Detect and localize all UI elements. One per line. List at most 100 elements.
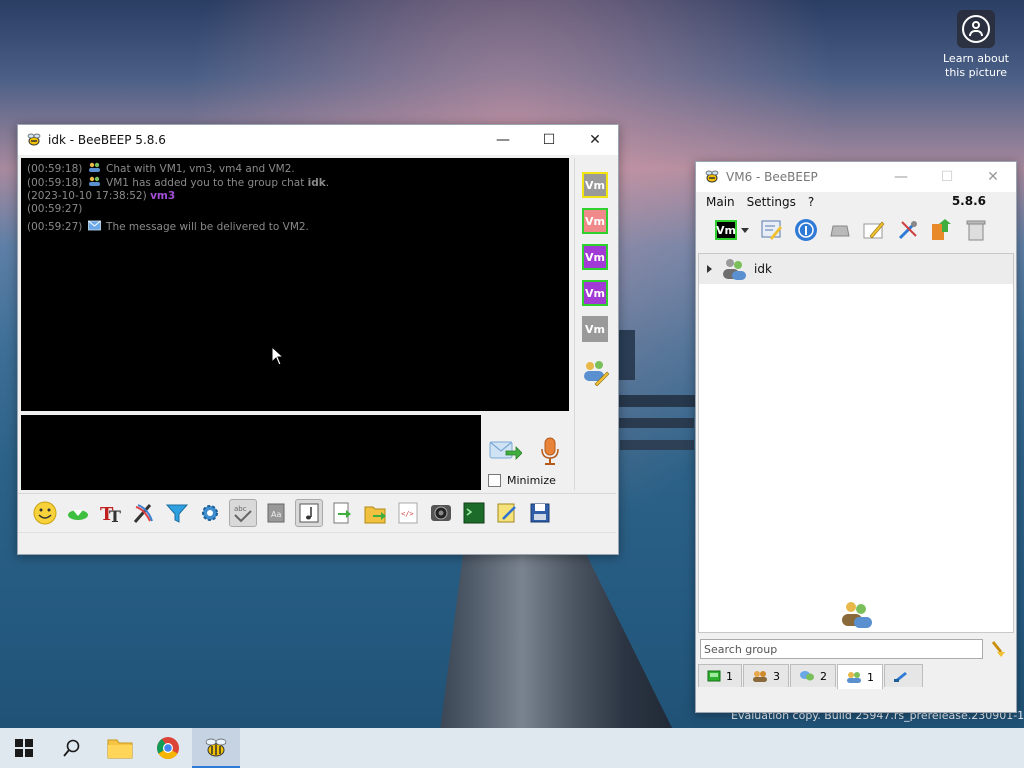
send-message-icon[interactable] [488, 438, 522, 464]
message-time: (2023-10-10 17:38:52) [27, 190, 147, 202]
group-list[interactable]: idk [698, 253, 1014, 633]
group-name: idk [754, 262, 772, 276]
terminal-button[interactable] [460, 499, 488, 527]
folder-icon [107, 739, 133, 759]
chat-history[interactable]: (00:59:18) Chat with VM1, vm3, vm4 and V… [21, 158, 569, 411]
tab-groups[interactable]: 1 [837, 664, 883, 689]
font-button[interactable]: TT [97, 499, 125, 527]
member-avatar[interactable]: Vm [582, 172, 608, 198]
group-item[interactable]: idk [699, 254, 1013, 284]
maximize-window-button[interactable]: ☐ [924, 162, 970, 192]
spellcheck-button[interactable]: abc [229, 498, 257, 527]
tab-users[interactable]: 3 [743, 664, 789, 687]
format-toolbar: TT abc Aa </> [18, 493, 616, 531]
update-button[interactable] [928, 216, 956, 244]
tools-button[interactable] [894, 216, 922, 244]
close-window-button[interactable]: ✕ [970, 162, 1016, 192]
dictionary-button[interactable]: Aa [262, 499, 290, 527]
camera-info-icon [957, 10, 995, 48]
chat-members-panel: Vm Vm Vm Vm Vm [574, 158, 615, 490]
member-avatar[interactable]: Vm [582, 244, 608, 270]
edit-group-icon[interactable] [581, 358, 609, 386]
menu-settings[interactable]: Settings [747, 195, 796, 209]
emoticon-button[interactable] [31, 499, 59, 527]
chat-message: (00:59:27) [27, 203, 563, 216]
save-chat-button[interactable] [526, 499, 554, 527]
group-icon [88, 176, 100, 186]
chat-window: idk - BeeBEEP 5.8.6 — ☐ ✕ (00:59:18) Cha… [17, 124, 619, 555]
notes-button[interactable] [493, 499, 521, 527]
group-name: idk [307, 177, 326, 189]
create-group-icon[interactable] [840, 599, 874, 629]
svg-text:abc: abc [234, 505, 247, 513]
learn-about-picture[interactable]: Learn about this picture [940, 10, 1012, 80]
search-group-input[interactable]: Search group [700, 639, 983, 659]
save-button[interactable] [64, 499, 92, 527]
tab-share[interactable] [884, 664, 923, 687]
main-titlebar[interactable]: VM6 - BeeBEEP — ☐ ✕ [696, 162, 1016, 192]
trash-button[interactable] [962, 216, 990, 244]
send-file-button[interactable] [328, 499, 356, 527]
status-avatar: Vm [715, 220, 737, 240]
tab-count: 3 [773, 669, 780, 683]
chat-message: (00:59:18) VM1 has added you to the grou… [27, 176, 563, 190]
upload-icon [932, 219, 951, 240]
minimize-checkbox[interactable]: Minimize [488, 474, 556, 487]
filter-button[interactable] [163, 499, 191, 527]
status-selector[interactable]: Vm [712, 216, 752, 244]
trash-icon [966, 220, 986, 241]
floppy-disk-icon [530, 503, 550, 522]
html-button[interactable]: </> [394, 499, 422, 527]
pier-image [438, 540, 678, 740]
chat-titlebar[interactable]: idk - BeeBEEP 5.8.6 — ☐ ✕ [18, 125, 618, 155]
menu-help[interactable]: ? [808, 195, 814, 209]
message-input[interactable] [21, 415, 481, 490]
broadcast-icon [795, 219, 817, 241]
send-folder-button[interactable] [361, 499, 389, 527]
member-avatar[interactable]: Vm [582, 316, 608, 342]
network-button[interactable] [792, 216, 820, 244]
rooms-button[interactable] [826, 216, 854, 244]
menu-main[interactable]: Main [706, 195, 735, 209]
file-explorer-button[interactable] [96, 728, 144, 768]
hat-icon [830, 225, 850, 237]
minimize-window-button[interactable]: — [878, 162, 924, 192]
member-avatar[interactable]: Vm [582, 280, 608, 306]
maximize-window-button[interactable]: ☐ [526, 125, 572, 155]
share-icon [894, 672, 907, 682]
message-time: (00:59:18) [27, 163, 83, 175]
profile-edit-icon [761, 220, 782, 240]
write-icon [863, 221, 885, 239]
expand-arrow-icon[interactable] [707, 265, 712, 273]
settings-button[interactable] [196, 499, 224, 527]
beebeep-app-icon [705, 170, 719, 183]
message-sender: vm3 [150, 190, 176, 202]
chrome-button[interactable] [144, 728, 192, 768]
tab-chats[interactable]: 2 [790, 664, 836, 687]
camera-icon [431, 504, 451, 521]
envelope-icon [87, 220, 101, 231]
music-button[interactable] [295, 498, 323, 527]
pier-post [615, 395, 695, 407]
write-message-button[interactable] [860, 216, 888, 244]
start-button[interactable] [0, 728, 48, 768]
member-avatar[interactable]: Vm [582, 208, 608, 234]
users-icon [753, 671, 767, 682]
font-color-button[interactable] [130, 499, 158, 527]
microphone-icon[interactable] [539, 437, 561, 467]
svg-text:</>: </> [401, 510, 414, 518]
main-window-title: VM6 - BeeBEEP [726, 170, 818, 184]
checkbox-box[interactable] [488, 474, 501, 487]
screenshot-button[interactable] [427, 499, 455, 527]
message-time: (00:59:27) [27, 203, 83, 215]
close-window-button[interactable]: ✕ [572, 125, 618, 155]
font-icon: TT [100, 504, 121, 525]
clear-search-icon[interactable] [989, 640, 1007, 658]
music-note-icon [299, 503, 319, 522]
beebeep-taskbar-button[interactable] [192, 728, 240, 768]
tab-users-online[interactable]: 1 [698, 664, 742, 687]
minimize-window-button[interactable]: — [480, 125, 526, 155]
send-folder-icon [364, 506, 386, 523]
edit-profile-button[interactable] [758, 216, 786, 244]
search-button[interactable] [48, 728, 96, 768]
